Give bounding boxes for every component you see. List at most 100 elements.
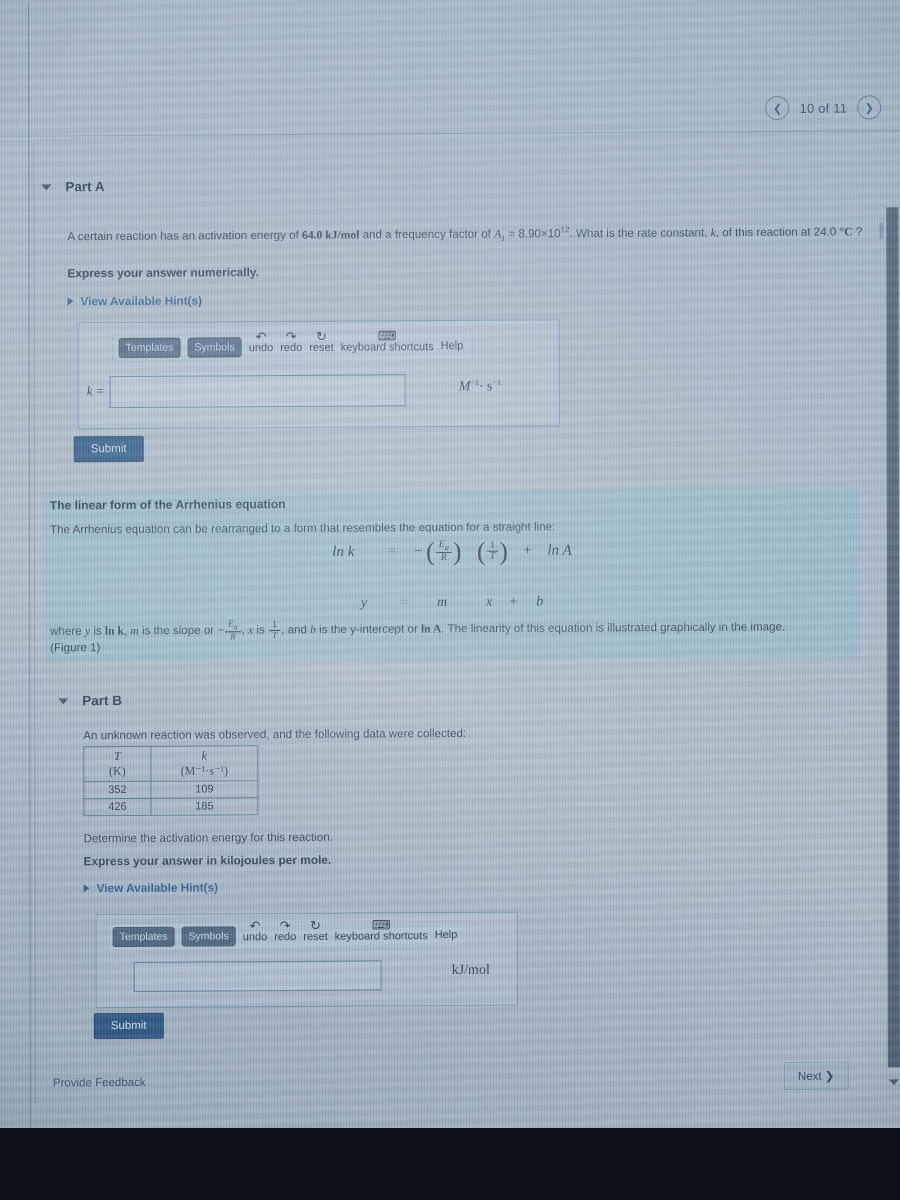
table-row: 352 109 bbox=[83, 780, 258, 799]
next-button-label: Next bbox=[797, 1070, 822, 1083]
where-r: R bbox=[225, 631, 241, 642]
qa-text-1: A certain reaction has an activation ene… bbox=[67, 228, 303, 244]
scroll-down-arrow-icon[interactable] bbox=[888, 1079, 899, 1086]
next-question-footer-button[interactable]: Next ❯ bbox=[783, 1061, 849, 1090]
header-k-symbol: k bbox=[201, 748, 208, 763]
arrhenius-linear-equation: ln k = − (Ea R) (1 T) + ln A bbox=[44, 537, 860, 567]
eq-rhs: ln A bbox=[547, 542, 572, 559]
part-b-intro: An unknown reaction was observed, and th… bbox=[83, 726, 467, 743]
where-sep-8: . The linearity of this equation is illu… bbox=[441, 620, 786, 636]
arrhenius-info-panel: The linear form of the Arrhenius equatio… bbox=[43, 487, 861, 663]
part-b-hints-label: View Available Hint(s) bbox=[96, 880, 219, 896]
symbols-button[interactable]: Symbols bbox=[187, 337, 242, 358]
undo-arrow-icon: ↶ bbox=[255, 329, 267, 345]
eq-t-symbol: T bbox=[486, 551, 499, 563]
part-b-header[interactable]: Part B bbox=[58, 693, 122, 708]
table-header-row: T (K) k (M⁻¹·s⁻¹) bbox=[83, 745, 258, 782]
where-t: T bbox=[269, 629, 281, 641]
cell-temperature: 352 bbox=[83, 781, 151, 799]
cell-rate-constant: 109 bbox=[150, 780, 258, 799]
templates-button[interactable]: Templates bbox=[118, 337, 181, 359]
page-scrollbar-thumb[interactable] bbox=[886, 207, 900, 1068]
tpl-y: y bbox=[360, 595, 368, 611]
qa-frequency-symbol: A bbox=[494, 227, 502, 241]
part-a-header[interactable]: Part A bbox=[41, 179, 105, 195]
figure-reference-link[interactable]: (Figure 1) bbox=[50, 640, 100, 657]
right-edge-tab bbox=[879, 222, 884, 239]
header-k-units: (M⁻¹·s⁻¹) bbox=[180, 763, 228, 778]
header-t-units: (K) bbox=[109, 763, 126, 779]
qa-temperature-units: °C bbox=[839, 225, 853, 239]
unit-molarity-exponent: −1 bbox=[470, 377, 479, 387]
keyboard-shortcuts-button[interactable]: ⌨ keyboard shortcuts bbox=[341, 328, 434, 353]
redo-arrow-icon: ↷ bbox=[279, 917, 291, 934]
part-b-instruction: Express your answer in kilojoules per mo… bbox=[83, 852, 332, 869]
collapse-triangle-icon bbox=[41, 183, 52, 190]
next-question-button[interactable]: ❯ bbox=[857, 95, 882, 120]
where-sep-5: is bbox=[253, 623, 269, 637]
part-b-title: Part B bbox=[82, 693, 123, 709]
info-panel-title: The linear form of the Arrhenius equatio… bbox=[49, 497, 286, 513]
help-button[interactable]: Help bbox=[435, 929, 458, 941]
table-header-temperature: T (K) bbox=[83, 746, 151, 782]
qa-temperature: 24.0 bbox=[813, 225, 837, 239]
part-a-hints-link[interactable]: View Available Hint(s) bbox=[67, 294, 202, 309]
unit-seconds: · s bbox=[478, 379, 493, 395]
reset-button[interactable]: ↻ reset bbox=[303, 918, 327, 943]
part-b-answer-box: Templates Symbols ↶ undo ↷ redo ↻ reset bbox=[95, 911, 518, 1009]
photographed-screen: ❮ 10 of 11 ❯ Part A A certain reaction h… bbox=[0, 0, 900, 1200]
previous-question-button[interactable]: ❮ bbox=[765, 95, 790, 121]
expand-triangle-icon bbox=[83, 884, 90, 893]
where-lnk: ln k bbox=[104, 624, 124, 638]
symbols-button[interactable]: Symbols bbox=[181, 926, 236, 947]
straight-line-template-row: y = m x + b bbox=[44, 592, 860, 613]
screen-surface: ❮ 10 of 11 ❯ Part A A certain reaction h… bbox=[0, 0, 900, 1128]
tpl-equals: = bbox=[400, 595, 409, 611]
unit-molarity: M bbox=[458, 379, 471, 395]
redo-button[interactable]: ↷ redo bbox=[280, 329, 302, 354]
qa-text-4: , of this reaction at bbox=[715, 225, 814, 240]
part-b-answer-input[interactable] bbox=[133, 960, 382, 992]
info-panel-where-text: where y is ln k, m is the slope or − Ea R,… bbox=[50, 618, 786, 642]
qa-frequency-exponent: 12 bbox=[560, 225, 570, 235]
expand-triangle-icon bbox=[67, 297, 74, 306]
qa-energy-units: kJ/mol bbox=[325, 228, 360, 242]
content-left-border bbox=[33, 142, 36, 1103]
part-a-answer-box: Templates Symbols ↶ undo ↷ redo ↻ reset bbox=[77, 319, 560, 430]
where-one: 1 bbox=[272, 619, 278, 630]
part-a-submit-button[interactable]: Submit bbox=[73, 435, 144, 463]
eq-equals: = bbox=[387, 543, 397, 560]
templates-button[interactable]: Templates bbox=[112, 926, 175, 948]
table-header-rate-constant: k (M⁻¹·s⁻¹) bbox=[150, 745, 258, 782]
collapse-triangle-icon bbox=[58, 697, 69, 704]
part-a-answer-input[interactable] bbox=[109, 374, 406, 409]
qa-text-3: . What is the rate constant, bbox=[569, 226, 711, 241]
eq-r-symbol: R bbox=[435, 552, 452, 564]
eq-plus: + bbox=[523, 542, 532, 559]
where-m: m bbox=[130, 624, 139, 638]
unit-seconds-exponent: −1 bbox=[492, 377, 502, 387]
eq-ea-subscript: a bbox=[444, 543, 449, 553]
keyboard-shortcuts-button[interactable]: ⌨ keyboard shortcuts bbox=[335, 917, 428, 942]
where-pre: where bbox=[50, 624, 85, 638]
qa-text-2: and a frequency factor of bbox=[359, 227, 495, 242]
qa-frequency-subscript: 1 bbox=[501, 233, 506, 243]
redo-button[interactable]: ↷ redo bbox=[274, 918, 296, 943]
where-sep-1: is bbox=[90, 624, 105, 638]
eq-one-over-t: 1T bbox=[486, 539, 499, 563]
provide-feedback-link[interactable]: Provide Feedback bbox=[53, 1077, 146, 1090]
eq-one: 1 bbox=[489, 539, 495, 551]
question-pager: ❮ 10 of 11 ❯ bbox=[765, 95, 882, 121]
part-b-submit-button[interactable]: Submit bbox=[93, 1012, 164, 1040]
reset-button[interactable]: ↻ reset bbox=[309, 329, 333, 354]
undo-button[interactable]: ↶ undo bbox=[249, 329, 274, 354]
undo-arrow-icon: ↶ bbox=[249, 918, 261, 934]
redo-arrow-icon: ↷ bbox=[285, 328, 297, 344]
help-button[interactable]: Help bbox=[441, 340, 464, 352]
keyboard-icon: ⌨ bbox=[371, 917, 391, 933]
undo-button[interactable]: ↶ undo bbox=[243, 918, 268, 943]
part-a-title: Part A bbox=[65, 179, 105, 195]
question-content: Part A A certain reaction has an activat… bbox=[0, 0, 899, 1090]
header-t-symbol: T bbox=[113, 749, 121, 764]
part-b-hints-link[interactable]: View Available Hint(s) bbox=[83, 880, 219, 896]
